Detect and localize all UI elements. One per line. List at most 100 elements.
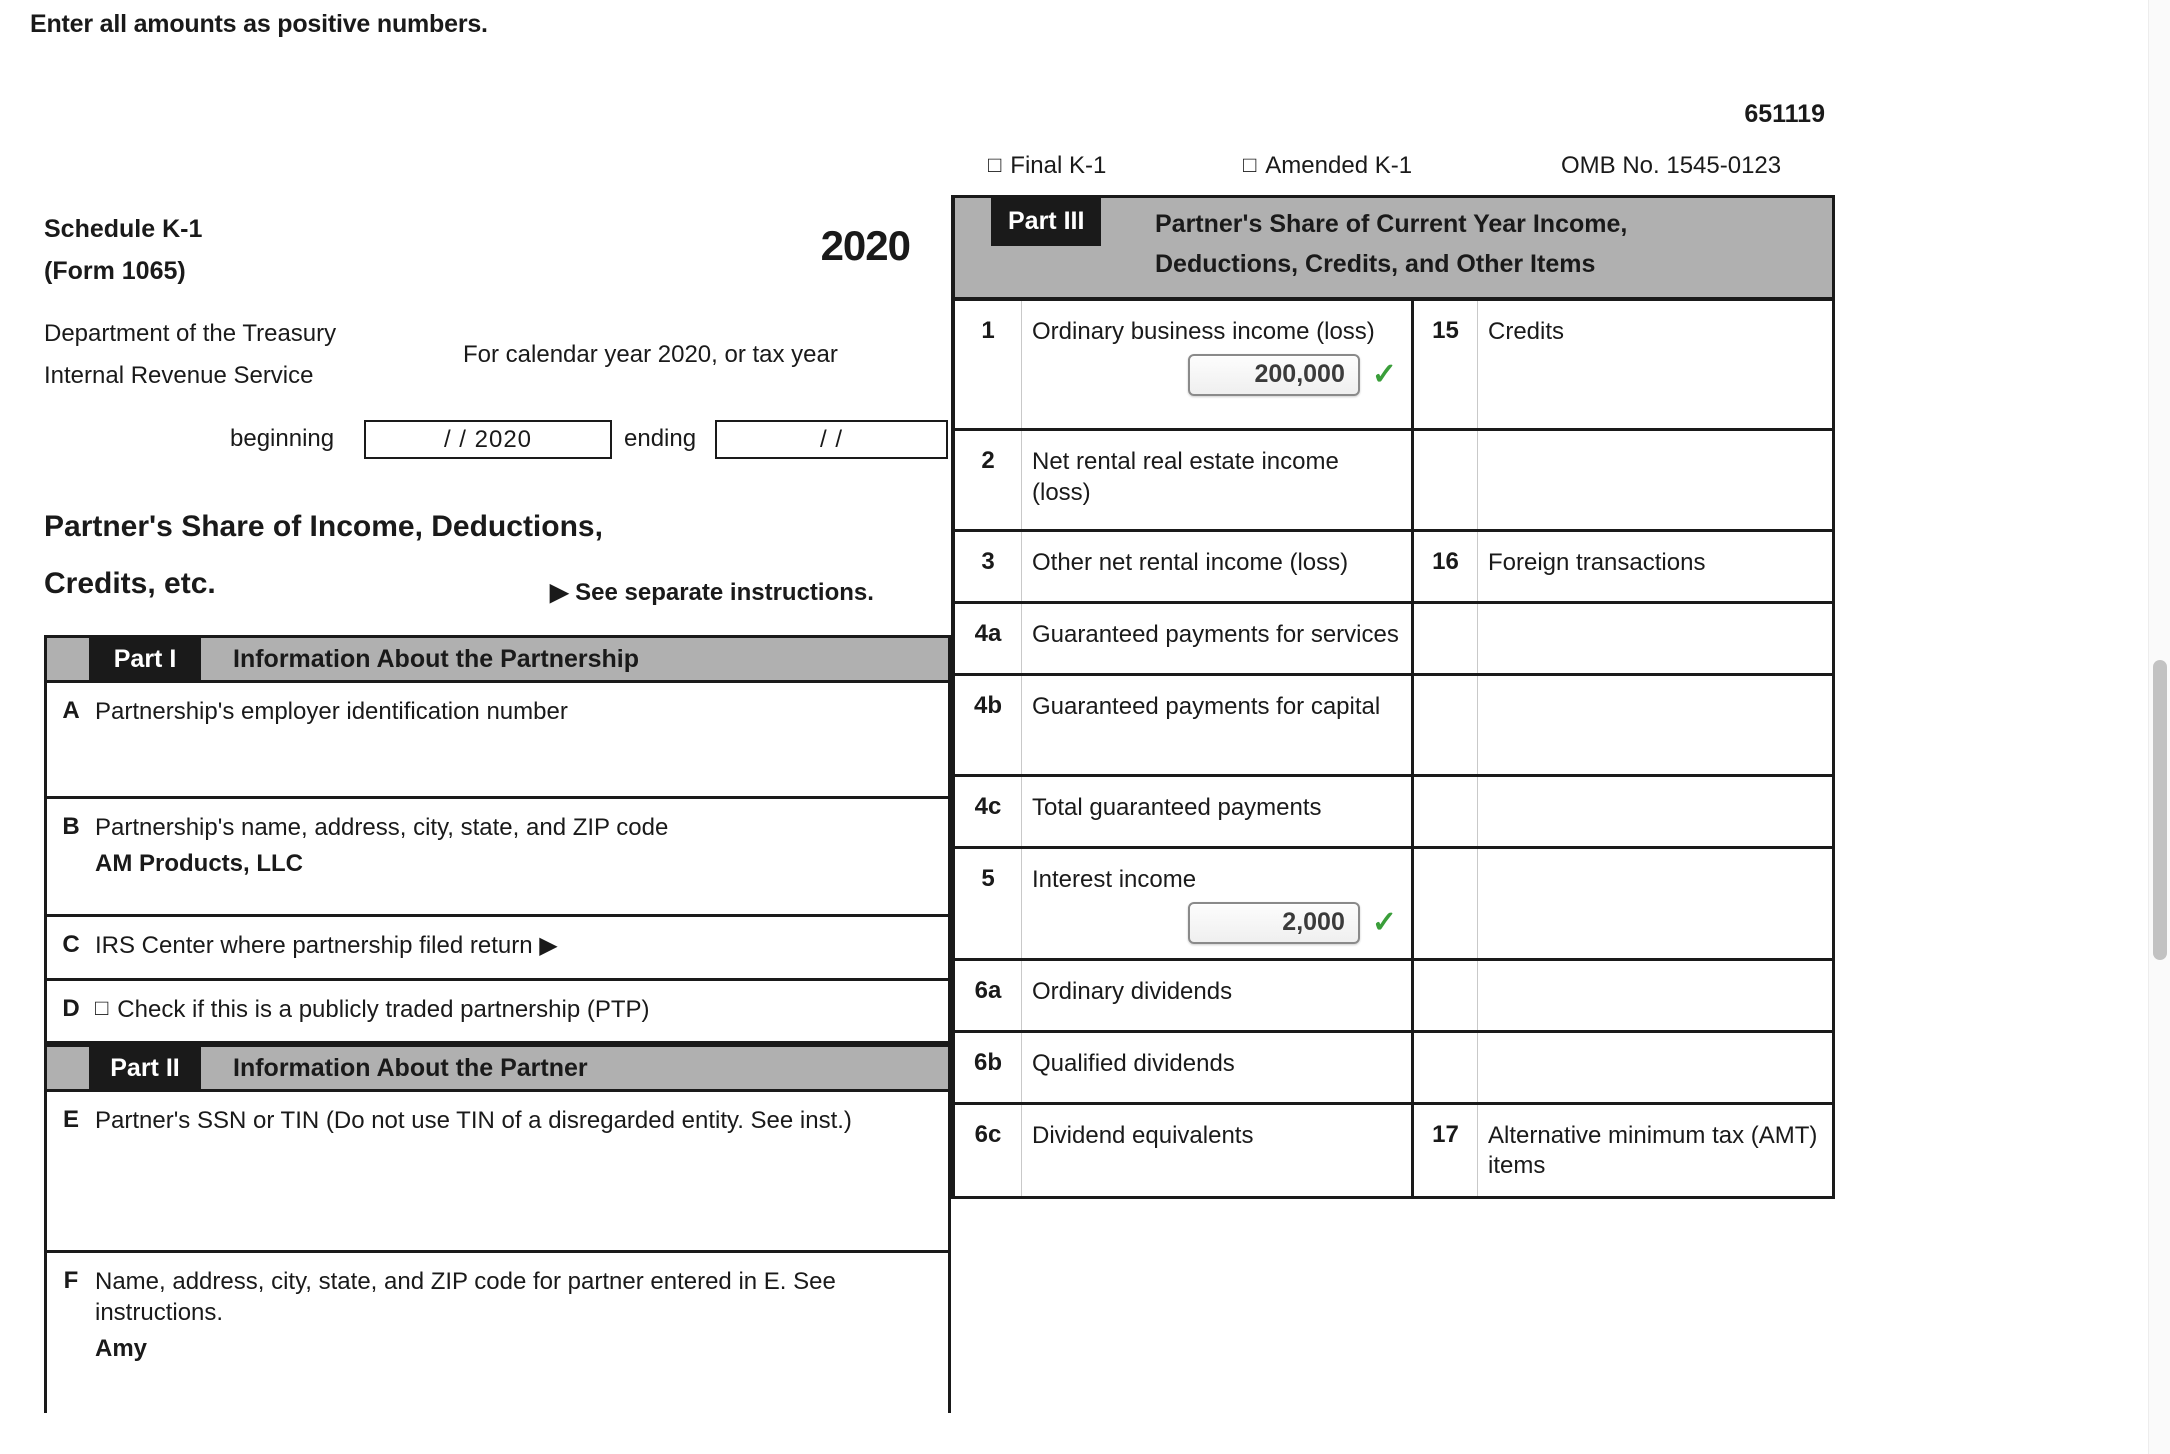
line-number: 4a — [955, 604, 1022, 673]
part-2-header: Part II Information About the Partner — [47, 1044, 948, 1093]
part-2-title: Information About the Partner — [233, 1053, 588, 1082]
field-letter-c: C — [62, 931, 80, 958]
line-description: Dividend equivalents — [1032, 1121, 1254, 1149]
table-row: 2 Net rental real estate income (loss) — [955, 431, 1832, 532]
table-row: 4a Guaranteed payments for services — [955, 604, 1832, 676]
field-row-c: C IRS Center where partnership filed ret… — [47, 917, 948, 981]
line-number: 5 — [955, 849, 1022, 958]
scrollbar-thumb[interactable] — [2153, 660, 2167, 960]
partner-name-value: Amy — [95, 1334, 148, 1362]
part-1-tag: Part I — [89, 638, 201, 680]
omb-number: OMB No. 1545-0123 — [1561, 152, 1782, 179]
form-page: Enter all amounts as positive numbers. 6… — [0, 0, 2152, 1454]
amended-k1-label: Amended K-1 — [1265, 152, 1413, 179]
see-instructions-link[interactable]: ▶ See separate instructions. — [550, 578, 874, 607]
part-3-title-line-2: Deductions, Credits, and Other Items — [1155, 250, 1596, 278]
field-letter-e: E — [62, 1106, 79, 1134]
ending-date-field[interactable]: / / — [715, 420, 948, 459]
field-letter-b: B — [62, 813, 80, 840]
partnership-partner-table: Part I Information About the Partnership… — [44, 635, 951, 1414]
part-2-header-spacer — [47, 1047, 89, 1089]
checkbox-square-icon: □ — [1243, 151, 1257, 177]
positive-amounts-notice: Enter all amounts as positive numbers. — [30, 10, 488, 38]
field-label-b: Partnership's name, address, city, state… — [95, 814, 669, 841]
validated-check-icon: ✓ — [1371, 357, 1397, 391]
line-description: Total guaranteed payments — [1032, 794, 1322, 821]
field-label-e: Partner's SSN or TIN (Do not use TIN of … — [95, 1107, 852, 1135]
part-3-header: Part III Partner's Share of Current Year… — [955, 198, 1832, 301]
schedule-title: Schedule K-1 — [44, 215, 203, 243]
ptp-checkbox[interactable]: □ Check if this is a publicly traded part… — [95, 995, 938, 1026]
final-k1-label: Final K-1 — [1010, 152, 1107, 179]
right-line-number — [1411, 676, 1478, 774]
field-row-d: D □ Check if this is a publicly traded pa… — [47, 980, 948, 1045]
checkbox-square-icon: □ — [988, 151, 1002, 177]
line-description: Qualified dividends — [1032, 1049, 1235, 1077]
part-1-header-spacer — [47, 638, 89, 680]
field-label-a: Partnership's employer identification nu… — [95, 698, 568, 725]
right-line-number — [1411, 431, 1478, 529]
partnership-name-value: AM Products, LLC — [95, 849, 303, 877]
beginning-label: beginning — [230, 425, 335, 452]
ending-label: ending — [624, 425, 697, 452]
field-letter-a: A — [62, 697, 80, 724]
right-line-number: 16 — [1411, 532, 1478, 601]
line-number: 6c — [955, 1104, 1022, 1197]
department-line-2: Internal Revenue Service — [44, 362, 314, 389]
line-number: 6a — [955, 960, 1022, 1030]
field-row-b: B Partnership's name, address, city, sta… — [47, 799, 948, 917]
right-line-number — [1411, 604, 1478, 673]
table-row: 4c Total guaranteed payments — [955, 777, 1832, 849]
amount-input[interactable]: 200,000 — [1187, 353, 1360, 396]
field-row-f: F Name, address, city, state, and ZIP co… — [47, 1253, 948, 1414]
field-label-c: IRS Center where partnership filed retur… — [95, 932, 558, 959]
part-3-title-line-1: Partner's Share of Current Year Income, — [1155, 210, 1628, 238]
tax-year: 2020 — [820, 222, 911, 269]
line-description: Ordinary business income (loss) — [1032, 318, 1375, 345]
line-number: 2 — [955, 431, 1022, 529]
line-description: Guaranteed payments for capital — [1032, 693, 1381, 720]
field-row-e: E Partner's SSN or TIN (Do not use TIN o… — [47, 1092, 948, 1254]
field-letter-d: D — [62, 994, 80, 1022]
amount-entry-group: 200,000 ✓ — [1032, 353, 1403, 396]
department-line-1: Department of the Treasury — [44, 320, 337, 347]
line-number: 4b — [955, 676, 1022, 774]
calendar-year-text: For calendar year 2020, or tax year — [463, 341, 838, 368]
table-row: 6c Dividend equivalents 17 Alternative m… — [955, 1104, 1832, 1200]
right-line-description: Alternative minimum tax (AMT) items — [1488, 1121, 1818, 1180]
validated-check-icon: ✓ — [1371, 905, 1397, 939]
beginning-date-field[interactable]: / / 2020 — [364, 420, 612, 459]
field-row-a: A Partnership's employer identification … — [47, 683, 948, 799]
amount-entry-group: 2,000 ✓ — [1032, 901, 1403, 944]
right-line-number — [1411, 1032, 1478, 1102]
field-label-f: Name, address, city, state, and ZIP code… — [95, 1268, 836, 1327]
page-title-line-1: Partner's Share of Income, Deductions, — [44, 510, 603, 543]
line-description: Net rental real estate income (loss) — [1032, 448, 1339, 506]
line-number: 1 — [955, 301, 1022, 428]
part-3-tag: Part III — [991, 198, 1102, 246]
field-letter-f: F — [63, 1267, 79, 1295]
form-id-number: 651119 — [1744, 100, 1825, 128]
part-1-title: Information About the Partnership — [233, 644, 640, 673]
right-line-description: Credits — [1488, 318, 1565, 345]
right-line-description: Foreign transactions — [1488, 549, 1706, 576]
right-line-number — [1411, 849, 1478, 958]
line-description: Ordinary dividends — [1032, 977, 1233, 1005]
field-label-d: Check if this is a publicly traded partn… — [117, 995, 650, 1023]
line-number: 3 — [955, 532, 1022, 601]
part-2-tag: Part II — [89, 1047, 201, 1090]
part-1-header: Part I Information About the Partnership — [47, 635, 948, 683]
right-line-number: 17 — [1411, 1104, 1478, 1197]
form-title: (Form 1065) — [44, 257, 186, 285]
table-row: 6a Ordinary dividends — [955, 960, 1832, 1033]
line-number: 4c — [955, 777, 1022, 846]
vertical-scrollbar[interactable] — [2148, 0, 2170, 1454]
table-row: 1 Ordinary business income (loss) 200,00… — [955, 301, 1832, 431]
right-line-number — [1411, 777, 1478, 846]
amended-k1-checkbox[interactable]: □ Amended K-1 — [1243, 152, 1412, 180]
amount-input[interactable]: 2,000 — [1187, 901, 1360, 944]
line-description: Other net rental income (loss) — [1032, 549, 1349, 576]
table-row: 5 Interest income 2,000 ✓ — [955, 849, 1832, 961]
line-number: 6b — [955, 1032, 1022, 1102]
final-k1-checkbox[interactable]: □ Final K-1 — [988, 152, 1106, 180]
